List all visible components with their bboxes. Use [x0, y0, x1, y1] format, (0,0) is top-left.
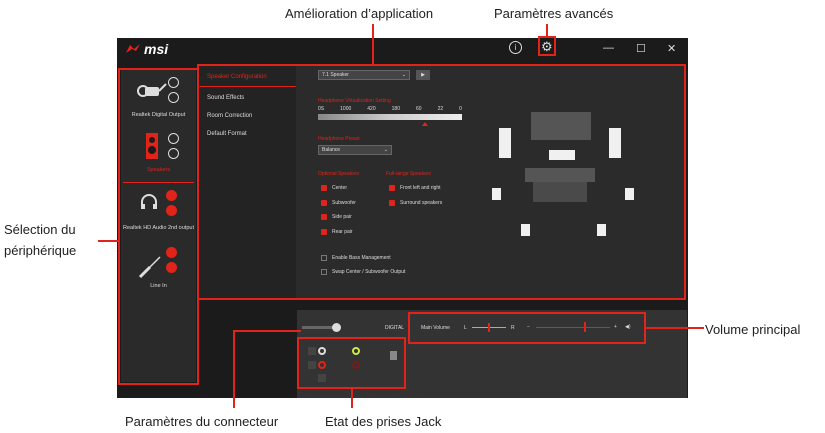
msi-logo: msi — [125, 41, 168, 57]
highlight-app-enhancement — [197, 64, 686, 300]
digital-toggle-track[interactable] — [302, 326, 336, 329]
callout-device-selection-1: Sélection du — [4, 222, 76, 237]
callout-line-volume — [646, 327, 704, 329]
highlight-device-selection — [118, 68, 199, 385]
maximize-button[interactable]: ☐ — [636, 42, 646, 55]
callout-app-enhancement: Amélioration d’application — [285, 6, 434, 21]
callout-jack-status: Etat des prises Jack — [325, 414, 442, 429]
close-button[interactable]: ✕ — [667, 42, 676, 55]
title-bar: msi i ⚙ — ☐ ✕ — [117, 38, 688, 60]
callout-line-app — [372, 24, 374, 66]
callout-main-volume: Volume principal — [705, 322, 801, 337]
callout-line-jack — [351, 389, 353, 408]
callout-line-connector-v — [233, 330, 235, 408]
minimize-button[interactable]: — — [603, 42, 614, 54]
digital-toggle-knob[interactable] — [332, 323, 341, 332]
digital-label: DIGITAL — [385, 325, 405, 331]
highlight-main-volume — [408, 312, 646, 344]
info-icon[interactable]: i — [509, 41, 522, 54]
highlight-advanced-settings — [538, 36, 556, 56]
logo-text: msi — [144, 41, 169, 57]
callout-line-connector-h — [233, 330, 301, 332]
callout-connector-settings: Paramètres du connecteur — [125, 414, 279, 429]
dragon-icon — [126, 44, 140, 53]
callout-device-selection-2: périphérique — [4, 243, 77, 258]
callout-line-device — [98, 240, 120, 242]
callout-advanced-settings: Paramètres avancés — [494, 6, 614, 21]
highlight-jack-status — [297, 337, 406, 389]
callout-line-advanced — [546, 24, 548, 38]
